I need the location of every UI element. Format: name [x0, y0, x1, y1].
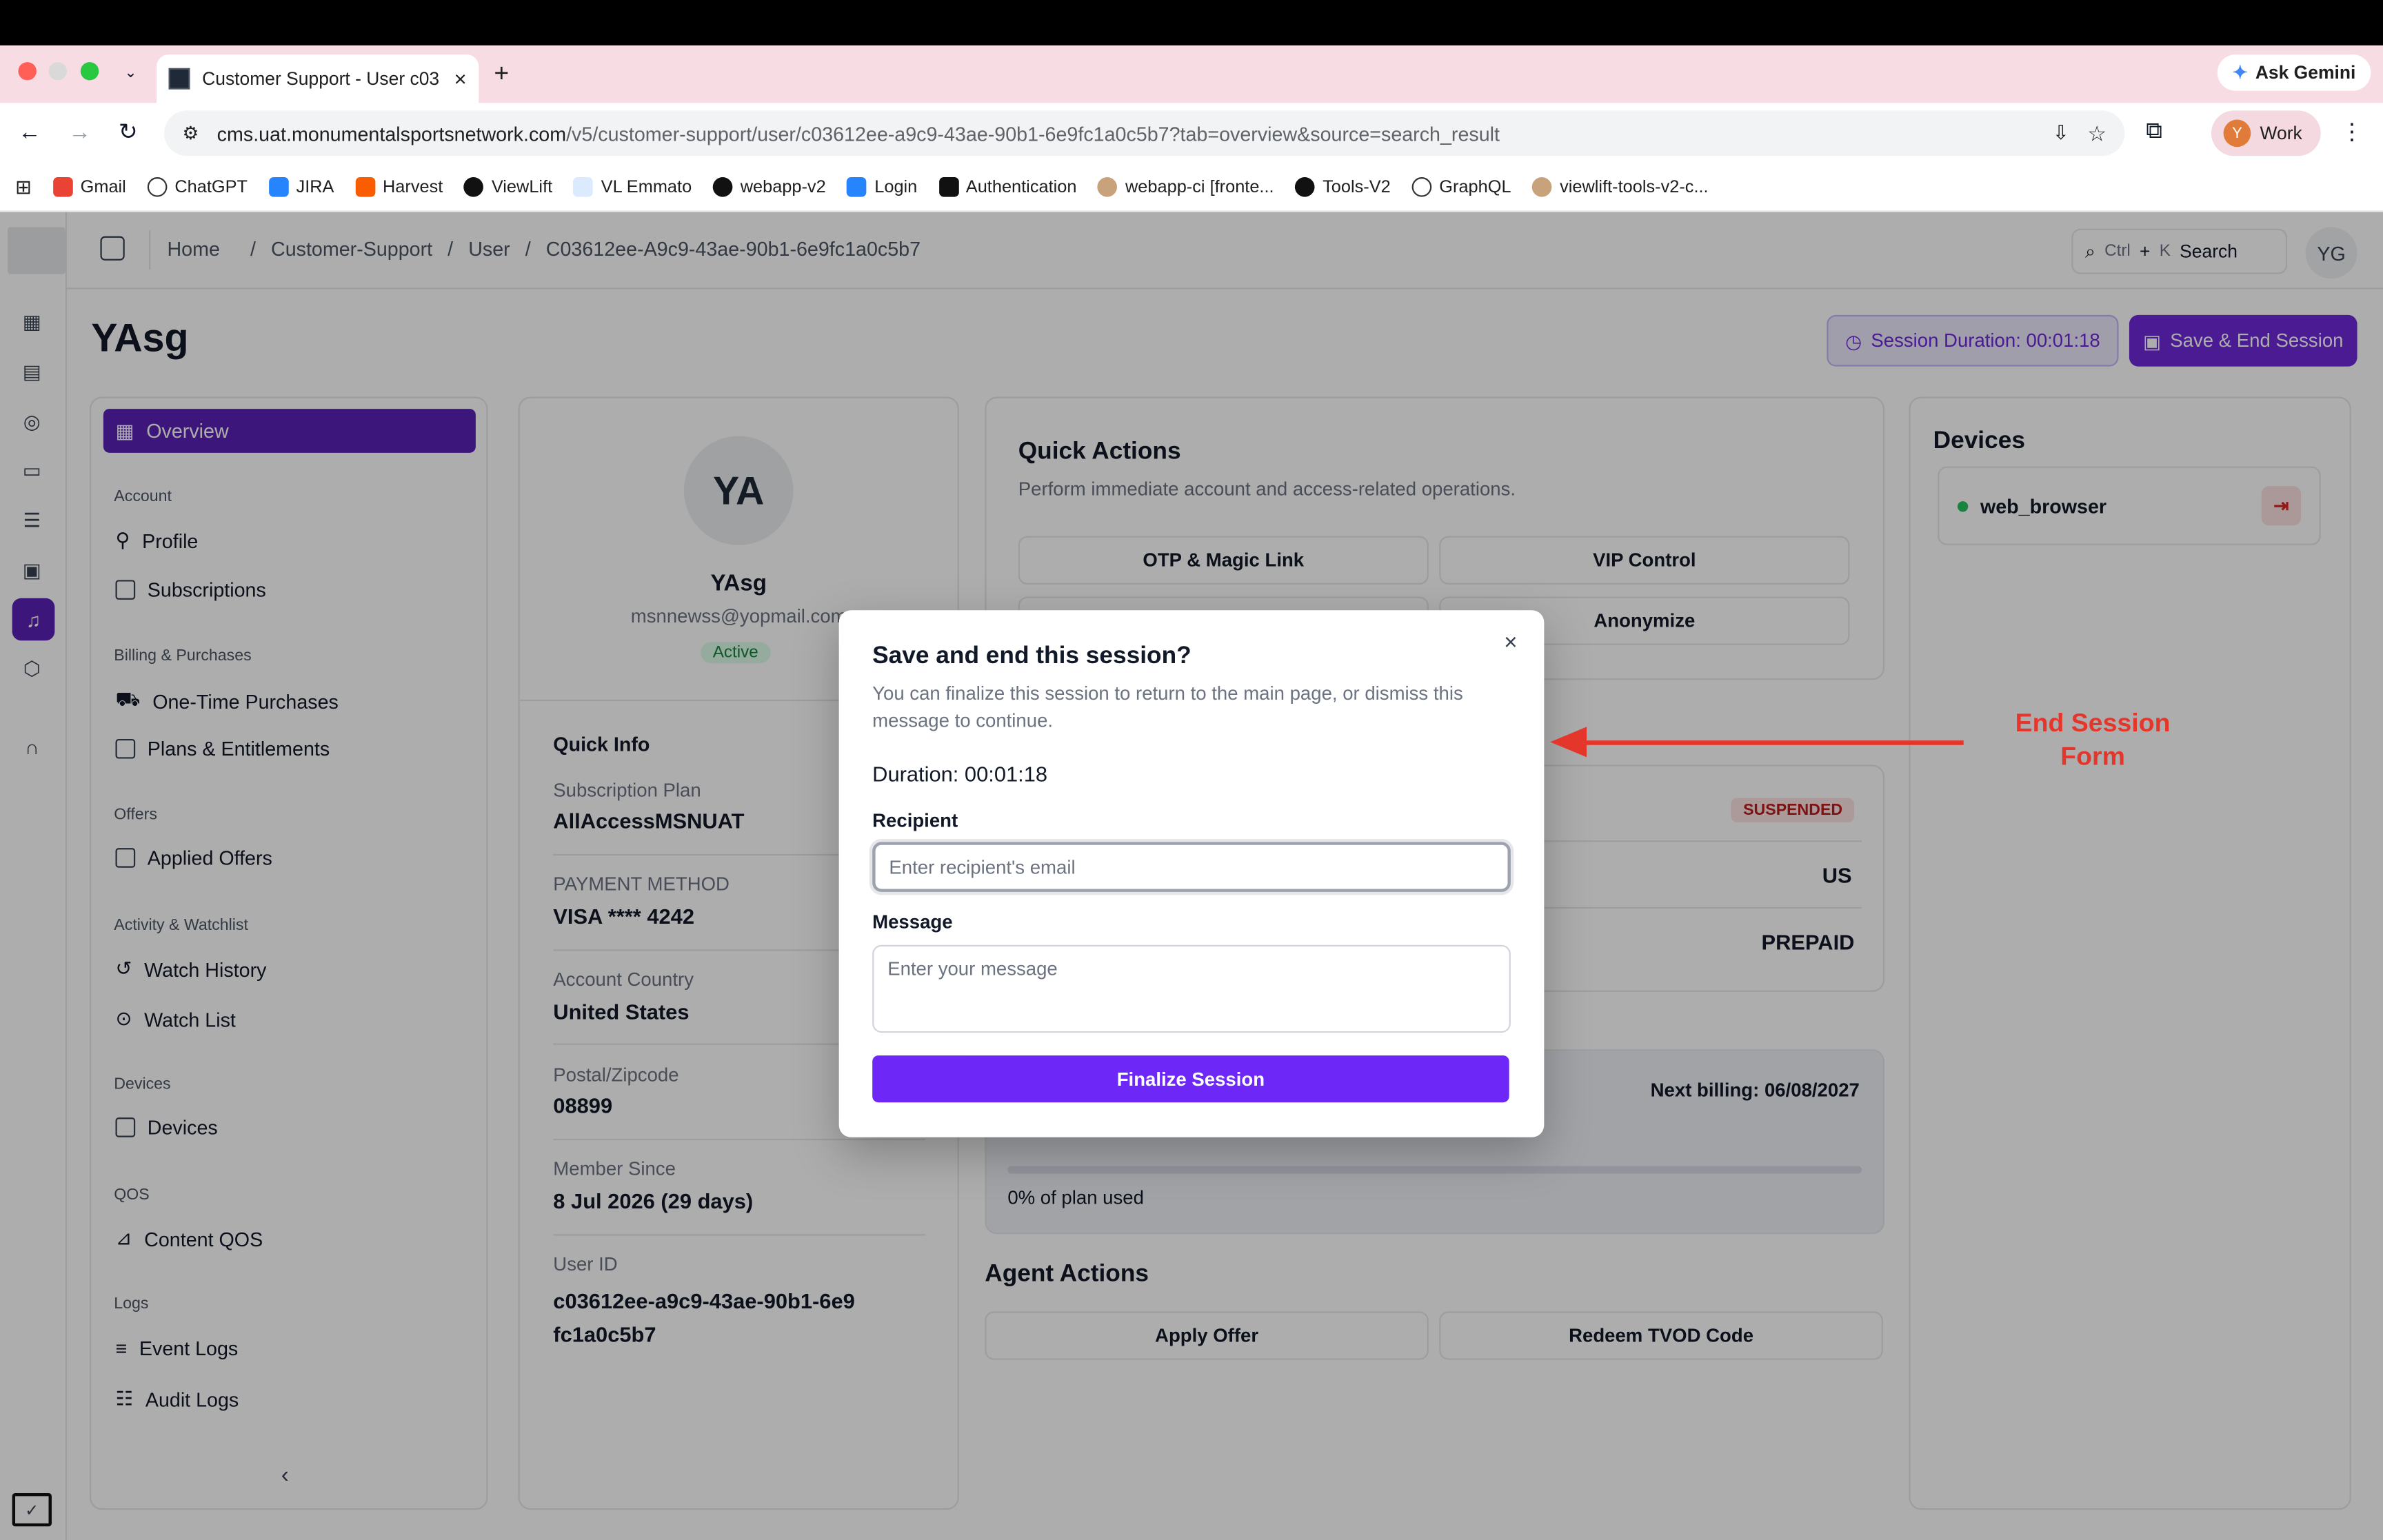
apps-grid-icon[interactable]: ⊞	[15, 175, 32, 199]
bookmarks-bar: ⊞ Gmail ChatGPT JIRA Harvest ViewLift VL…	[0, 163, 2383, 212]
browser-tab-strip: ⌄ Customer Support - User c03 × + ✦ Ask …	[0, 45, 2383, 103]
login-icon	[847, 177, 867, 197]
bookmark-star-icon[interactable]: ☆	[2087, 121, 2107, 146]
gmail-icon	[52, 177, 73, 197]
annotation-arrow-line	[1580, 740, 1964, 745]
bookmark-webapp-ci[interactable]: webapp-ci [fronte...	[1098, 177, 1274, 197]
new-tab-button[interactable]: +	[494, 59, 509, 90]
extensions-puzzle-icon[interactable]: ⧉	[2146, 118, 2162, 143]
ask-gemini-label: Ask Gemini	[2255, 62, 2356, 83]
close-icon[interactable]: ×	[1498, 631, 1522, 656]
globe-icon	[1411, 177, 1432, 197]
bookmark-jira[interactable]: JIRA	[268, 177, 334, 197]
profile-avatar: Y	[2223, 119, 2251, 148]
maximize-window-button[interactable]	[80, 62, 99, 81]
browser-tab[interactable]: Customer Support - User c03 ×	[157, 54, 479, 103]
github-icon	[713, 177, 733, 197]
tab-search-chevron-icon[interactable]: ⌄	[116, 57, 146, 88]
close-window-button[interactable]	[18, 62, 37, 81]
bookmark-gmail[interactable]: Gmail	[52, 177, 126, 197]
jenkins-icon	[1532, 177, 1553, 197]
bookmark-harvest[interactable]: Harvest	[355, 177, 443, 197]
recipient-email-input[interactable]	[872, 842, 1511, 892]
message-label: Message	[872, 911, 953, 933]
site-info-icon[interactable]: ⚙	[182, 123, 199, 144]
bookmark-tools-v2[interactable]: Tools-V2	[1295, 177, 1391, 197]
harvest-icon	[355, 177, 375, 197]
dialog-title: Save and end this session?	[872, 643, 1192, 669]
profile-chip[interactable]: Y Work	[2211, 110, 2321, 156]
dialog-duration: Duration: 00:01:18	[872, 761, 1048, 787]
address-bar[interactable]: ⚙ cms.uat.monumentalsportsnetwork.com/v5…	[164, 110, 2125, 156]
tab-close-icon[interactable]: ×	[454, 67, 467, 91]
jenkins-icon	[1098, 177, 1118, 197]
vl-emmato-icon	[574, 177, 594, 197]
url-host: cms.uat.monumentalsportsnetwork.com	[217, 121, 567, 145]
gemini-sparkle-icon: ✦	[2232, 62, 2248, 83]
end-session-dialog: Save and end this session? × You can fin…	[838, 610, 1545, 1137]
system-top-bar	[0, 0, 2383, 45]
github-icon	[464, 177, 484, 197]
back-arrow-icon[interactable]: ←	[18, 120, 41, 145]
bookmark-viewlift[interactable]: ViewLift	[464, 177, 552, 197]
forward-arrow-icon[interactable]: →	[68, 120, 91, 145]
tab-title: Customer Support - User c03	[202, 68, 440, 90]
tab-favicon-icon	[168, 68, 190, 90]
bookmark-webapp-v2[interactable]: webapp-v2	[713, 177, 826, 197]
annotation-line-1: End Session	[2015, 709, 2171, 738]
bookmark-chatgpt[interactable]: ChatGPT	[147, 177, 248, 197]
browser-menu-icon[interactable]: ⋮	[2340, 118, 2363, 145]
minimize-window-button[interactable]	[48, 62, 67, 81]
jira-icon	[268, 177, 289, 197]
bookmark-authentication[interactable]: Authentication	[938, 177, 1076, 197]
browser-toolbar: ← → ↻ ⚙ cms.uat.monumentalsportsnetwork.…	[0, 103, 2383, 164]
bookmark-graphql[interactable]: GraphQL	[1411, 177, 1511, 197]
bookmark-login[interactable]: Login	[847, 177, 917, 197]
annotation-arrow-head	[1550, 727, 1587, 758]
authentication-icon	[938, 177, 958, 197]
bookmark-vl-emmato[interactable]: VL Emmato	[574, 177, 692, 197]
bookmark-viewlift-tools[interactable]: viewlift-tools-v2-c...	[1532, 177, 1709, 197]
url-path: /v5/customer-support/user/c03612ee-a9c9-…	[566, 121, 1500, 145]
annotation-label: End Session Form	[1975, 707, 2209, 774]
reload-icon[interactable]: ↻	[119, 118, 138, 145]
install-app-icon[interactable]: ⇩	[2053, 121, 2069, 145]
dialog-description: You can finalize this session to return …	[872, 682, 1463, 732]
finalize-session-button[interactable]: Finalize Session	[872, 1055, 1509, 1103]
github-icon	[1295, 177, 1316, 197]
message-textarea[interactable]	[872, 944, 1511, 1033]
ask-gemini-button[interactable]: ✦ Ask Gemini	[2217, 54, 2371, 91]
annotation-line-2: Form	[2060, 742, 2125, 771]
chatgpt-icon	[147, 177, 168, 197]
recipient-label: Recipient	[872, 810, 958, 831]
profile-label: Work	[2260, 122, 2302, 144]
